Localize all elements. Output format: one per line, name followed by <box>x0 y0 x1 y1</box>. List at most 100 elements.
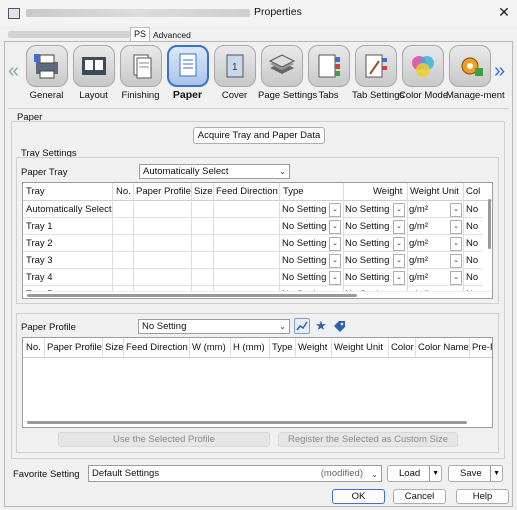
edit-profile-icon[interactable] <box>294 318 310 334</box>
scroll-left-icon[interactable]: « <box>8 60 19 83</box>
vertical-scrollbar[interactable] <box>488 199 491 249</box>
caret-down-icon[interactable]: ▼ <box>490 466 500 481</box>
color-value: No <box>466 221 479 232</box>
col-header-type[interactable]: Type <box>272 340 293 356</box>
chevron-down-icon[interactable]: ⌄ <box>450 220 462 234</box>
star-icon[interactable]: ★ <box>313 318 329 334</box>
icon-tab-finishing[interactable]: Finishing <box>117 45 164 100</box>
paper-tray-value: Automatically Select <box>143 166 229 177</box>
chevron-down-icon[interactable]: ⌄ <box>329 237 341 251</box>
chevron-down-icon[interactable]: ⌄ <box>450 237 462 251</box>
color-value: No <box>466 255 479 266</box>
chevron-down-icon[interactable]: ⌄ <box>393 254 405 268</box>
chevron-down-icon: ⌄ <box>371 470 378 479</box>
load-button[interactable]: Load ▼ <box>387 465 442 482</box>
save-button[interactable]: Save ▼ <box>448 465 503 482</box>
horizontal-scrollbar[interactable] <box>27 294 357 297</box>
chevron-down-icon[interactable]: ⌄ <box>329 254 341 268</box>
color-mode-icon <box>401 45 444 87</box>
chevron-down-icon[interactable]: ⌄ <box>450 271 462 285</box>
icon-tab-color-mode[interactable]: Color Mode <box>399 45 448 100</box>
col-header-pre-p[interactable]: Pre-P <box>472 340 492 356</box>
help-button[interactable]: Help <box>456 489 509 504</box>
horizontal-scrollbar[interactable] <box>27 421 467 424</box>
icon-tab-management[interactable]: Manage-ment <box>446 45 505 100</box>
col-header-paper-profile[interactable]: Paper Profile <box>47 340 102 356</box>
col-header-feed-direction[interactable]: Feed Direction <box>126 340 188 356</box>
ok-button[interactable]: OK <box>332 489 385 504</box>
chevron-down-icon[interactable]: ⌄ <box>393 271 405 285</box>
col-header-weight-unit[interactable]: Weight Unit <box>334 340 383 356</box>
icon-tab-label: Cover <box>221 90 248 101</box>
col-header-width[interactable]: W (mm) <box>192 340 226 356</box>
favorite-setting-value: Default Settings <box>92 468 160 479</box>
chevron-down-icon: ⌄ <box>279 167 286 176</box>
col-header-weight[interactable]: Weight <box>373 184 402 200</box>
chevron-down-icon[interactable]: ⌄ <box>393 203 405 217</box>
unit-value: g/m² <box>409 221 428 232</box>
acquire-tray-button[interactable]: Acquire Tray and Paper Data <box>193 127 325 144</box>
close-icon[interactable]: ✕ <box>494 3 514 21</box>
caret-down-icon[interactable]: ▼ <box>429 466 439 481</box>
app-icon <box>8 8 20 19</box>
col-header-color[interactable]: Color <box>391 340 414 356</box>
icon-tab-label: Paper <box>172 89 203 101</box>
chevron-down-icon[interactable]: ⌄ <box>329 271 341 285</box>
type-value: No Setting <box>282 221 327 232</box>
icon-tab-label: Layout <box>79 90 108 101</box>
finishing-icon <box>119 45 162 87</box>
paper-profile-table[interactable]: No. Paper Profile Size Feed Direction W … <box>22 337 493 428</box>
paper-tray-label: Paper Tray <box>21 167 68 178</box>
col-header-no[interactable]: No. <box>116 184 131 200</box>
type-value: No Setting <box>282 238 327 249</box>
col-header-weight[interactable]: Weight <box>298 340 327 356</box>
col-header-color-name[interactable]: Color Name <box>418 340 469 356</box>
icon-tab-tab-settings[interactable]: Tab Settings <box>352 45 404 100</box>
window-title: Properties <box>254 6 302 18</box>
icon-tab-paper[interactable]: Paper <box>164 45 211 100</box>
icon-tab-label: General <box>29 90 64 101</box>
col-header-weight-unit[interactable]: Weight Unit <box>410 184 459 200</box>
tray-name: Automatically Select <box>26 204 112 215</box>
col-header-tray[interactable]: Tray <box>26 184 45 200</box>
tab-ps[interactable]: PS <box>130 27 151 41</box>
unit-value: g/m² <box>409 204 428 215</box>
icon-tab-cover[interactable]: 1 Cover <box>211 45 258 100</box>
use-selected-profile-button[interactable]: Use the Selected Profile <box>58 432 270 447</box>
chevron-down-icon[interactable]: ⌄ <box>329 220 341 234</box>
col-header-paper-profile[interactable]: Paper Profile <box>136 184 191 200</box>
save-label: Save <box>460 468 482 479</box>
icon-tab-tabs[interactable]: Tabs <box>305 45 352 100</box>
col-header-no[interactable]: No. <box>26 340 41 356</box>
chevron-down-icon[interactable]: ⌄ <box>393 237 405 251</box>
weight-value: No Setting <box>345 255 390 266</box>
col-header-type[interactable]: Type <box>283 184 304 200</box>
tray-table[interactable]: Tray No. Paper Profile Size Feed Directi… <box>22 182 493 299</box>
tag-icon[interactable] <box>331 318 347 334</box>
chevron-down-icon[interactable]: ⌄ <box>450 203 462 217</box>
paper-tray-select[interactable]: Automatically Select ⌄ <box>139 164 290 179</box>
paper-profile-select[interactable]: No Setting ⌄ <box>138 319 290 334</box>
icon-tab-general[interactable]: General <box>23 45 70 100</box>
col-header-size[interactable]: Size <box>194 184 212 200</box>
register-custom-size-button[interactable]: Register the Selected as Custom Size <box>278 432 458 447</box>
cancel-button[interactable]: Cancel <box>393 489 446 504</box>
paper-profile-value: No Setting <box>142 321 187 332</box>
blurred-driver-tab[interactable] <box>8 31 130 38</box>
chevron-down-icon[interactable]: ⌄ <box>450 254 462 268</box>
weight-value: No Setting <box>345 238 390 249</box>
col-header-size[interactable]: Size <box>105 340 123 356</box>
col-header-color[interactable]: Col <box>466 184 480 200</box>
scroll-right-icon[interactable]: » <box>494 60 505 83</box>
chevron-down-icon[interactable]: ⌄ <box>393 220 405 234</box>
blurred-printer-name <box>26 9 250 17</box>
icon-tab-layout[interactable]: Layout <box>70 45 117 100</box>
icon-tab-page-settings[interactable]: Page Settings <box>258 45 317 100</box>
tray-name: Tray 4 <box>26 272 53 283</box>
col-header-feed-direction[interactable]: Feed Direction <box>216 184 278 200</box>
weight-value: No Setting <box>345 272 390 283</box>
chevron-down-icon[interactable]: ⌄ <box>329 203 341 217</box>
col-header-height[interactable]: H (mm) <box>233 340 265 356</box>
favorite-setting-select[interactable]: Default Settings (modified) ⌄ <box>88 465 382 482</box>
weight-value: No Setting <box>345 204 390 215</box>
